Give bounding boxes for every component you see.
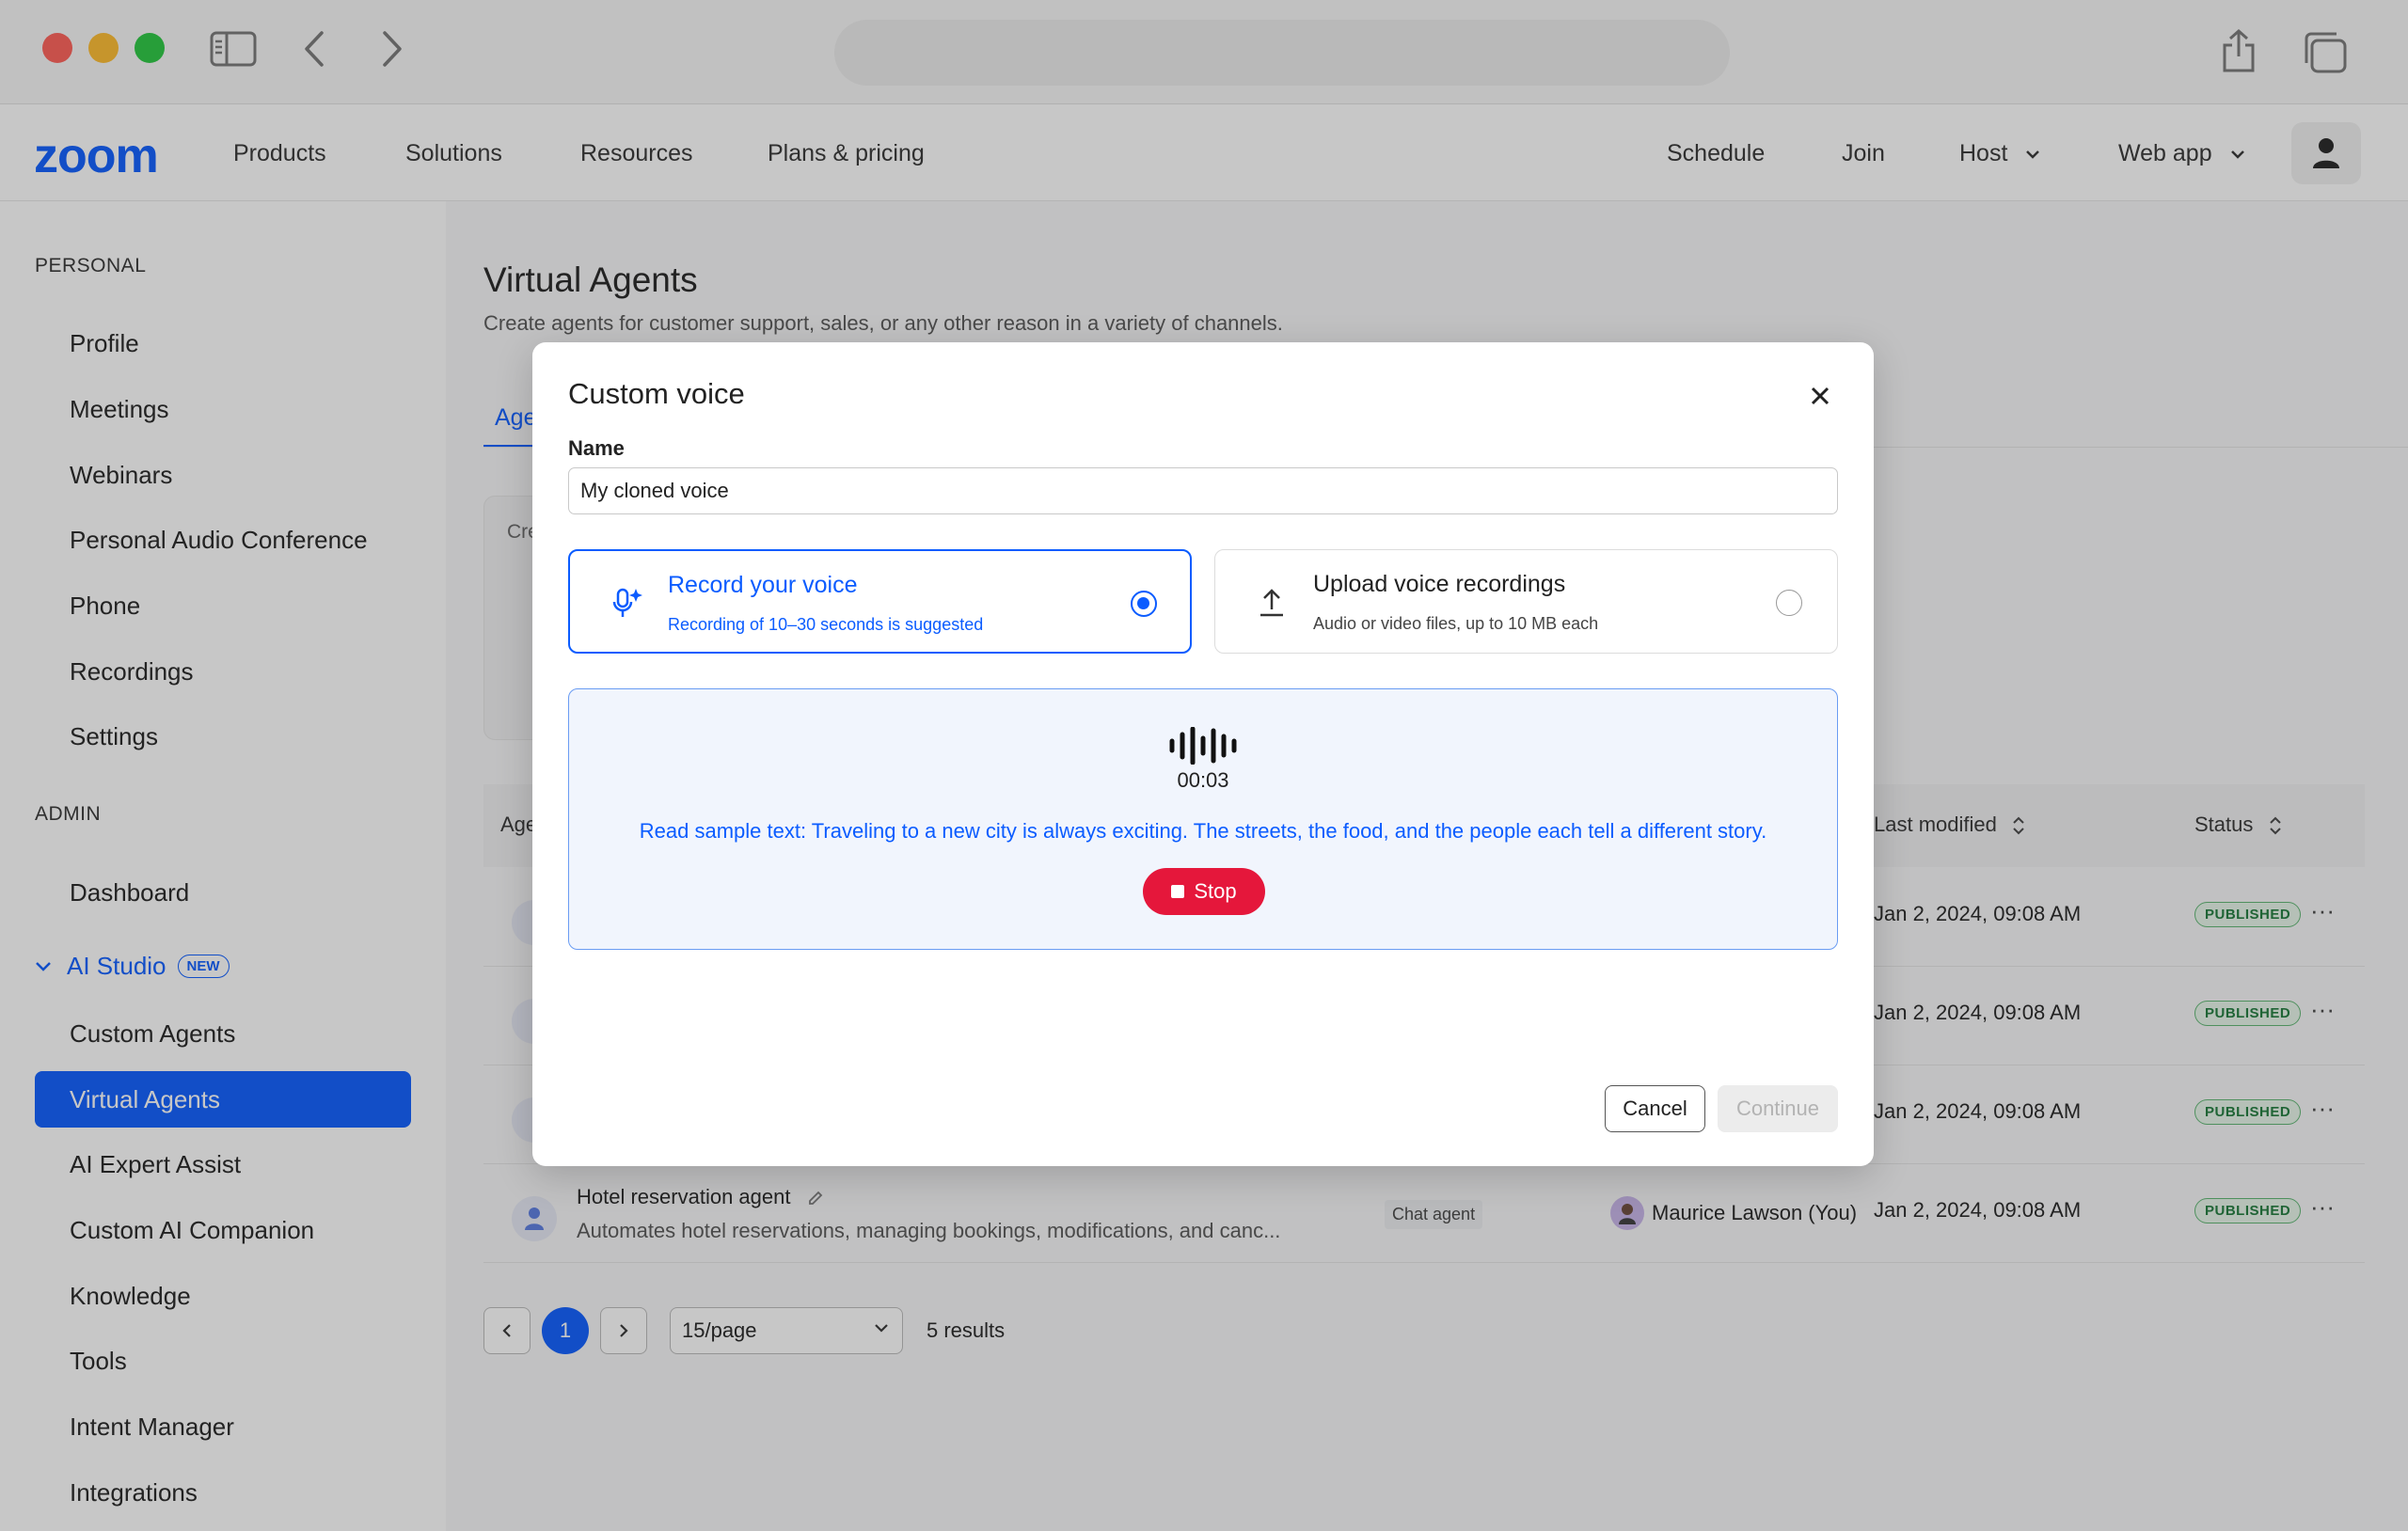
custom-voice-dialog: Custom voice Name Record your voice Reco… [532, 342, 1874, 1166]
upload-recordings-radio[interactable] [1776, 590, 1802, 616]
voice-name-input[interactable] [568, 467, 1838, 514]
recording-timer: 00:03 [1177, 768, 1229, 792]
cancel-button[interactable]: Cancel [1605, 1085, 1705, 1132]
record-voice-radio[interactable] [1131, 591, 1157, 617]
recording-panel: 00:03 Read sample text: Traveling to a n… [568, 688, 1838, 950]
stop-icon [1171, 885, 1185, 898]
record-voice-option[interactable]: Record your voice Recording of 10–30 sec… [568, 549, 1192, 654]
sample-text: Read sample text: Traveling to a new cit… [639, 819, 1767, 843]
stop-recording-button[interactable]: Stop [1143, 868, 1265, 915]
upload-recordings-title: Upload voice recordings [1313, 571, 1566, 597]
record-voice-title: Record your voice [668, 572, 858, 598]
audio-waveform-icon [1169, 727, 1237, 765]
name-label: Name [568, 436, 625, 460]
stop-label: Stop [1194, 879, 1237, 903]
record-voice-subtitle: Recording of 10–30 seconds is suggested [668, 615, 984, 634]
upload-icon [1253, 584, 1291, 622]
upload-recordings-option[interactable]: Upload voice recordings Audio or video f… [1214, 549, 1838, 654]
close-icon [1811, 387, 1830, 405]
microphone-sparkle-icon [608, 585, 645, 623]
close-dialog-button[interactable] [1804, 380, 1836, 412]
upload-recordings-subtitle: Audio or video files, up to 10 MB each [1313, 614, 1599, 633]
dialog-title: Custom voice [568, 377, 745, 410]
continue-button[interactable]: Continue [1718, 1085, 1838, 1132]
